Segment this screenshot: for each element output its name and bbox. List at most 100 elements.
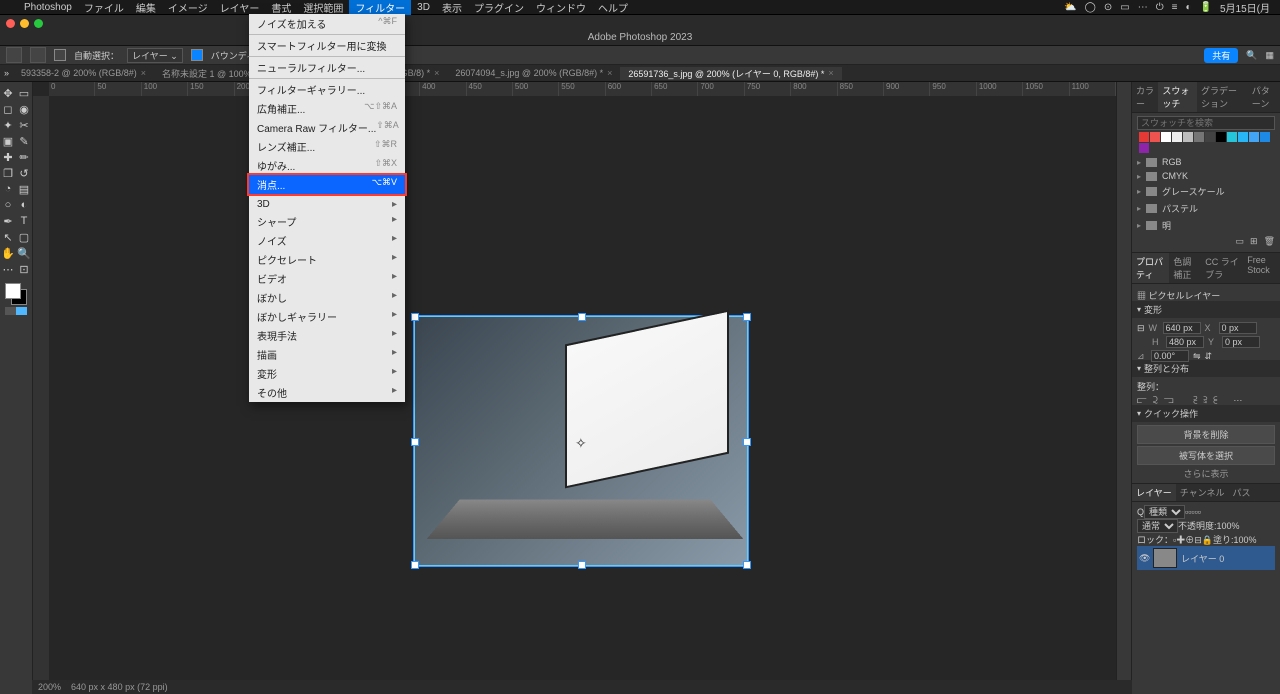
sys-icon[interactable]: ⊙ <box>1100 2 1116 13</box>
transform-handle[interactable] <box>743 313 751 321</box>
workspace-icon[interactable]: ▦ <box>1265 50 1274 61</box>
filter-menu-item[interactable]: 消点...⌥⌘V <box>249 175 405 194</box>
visibility-icon[interactable]: 👁 <box>1139 553 1149 564</box>
filter-menu-item[interactable]: シャープ <box>249 212 405 231</box>
swatch[interactable] <box>1260 132 1270 142</box>
swatch-folder[interactable]: RGB <box>1137 155 1275 169</box>
swatch[interactable] <box>1139 143 1149 153</box>
transform-handle[interactable] <box>411 313 419 321</box>
swatch[interactable] <box>1161 132 1171 142</box>
filter-menu-item[interactable]: ゆがみ...⇧⌘X <box>249 156 405 175</box>
eyedropper-tool[interactable]: ✎ <box>16 133 32 149</box>
layer-row[interactable]: 👁 レイヤー 0 <box>1137 546 1275 570</box>
filter-menu-item[interactable]: Camera Raw フィルター...⇧⌘A <box>249 118 405 137</box>
heal-tool[interactable]: ✚ <box>0 149 16 165</box>
swatch[interactable] <box>1172 132 1182 142</box>
bbox-checkbox[interactable] <box>191 49 203 61</box>
filter-menu-item[interactable]: ニューラルフィルター... <box>249 58 405 77</box>
sys-icon[interactable]: ⏻ <box>1152 2 1168 13</box>
align-right-icon[interactable]: ⫎ <box>1164 395 1174 406</box>
lasso-tool[interactable]: ◉ <box>16 101 32 117</box>
x-input[interactable] <box>1219 322 1257 334</box>
menu-view[interactable]: 表示 <box>436 0 468 15</box>
swatch[interactable] <box>1249 132 1259 142</box>
trash-icon[interactable]: 🗑 <box>1264 236 1275 247</box>
flip-v-icon[interactable]: ⇵ <box>1205 351 1213 362</box>
transform-handle[interactable] <box>743 561 751 569</box>
remove-bg-button[interactable]: 背景を削除 <box>1137 425 1275 444</box>
swatch[interactable] <box>1238 132 1248 142</box>
swatch[interactable] <box>1194 132 1204 142</box>
filter-menu-item[interactable]: 3D <box>249 197 405 212</box>
filter-menu-item[interactable]: 広角補正...⌥⇧⌘A <box>249 99 405 118</box>
lock-icons[interactable]: ▫✚⊕⊟🔒 <box>1173 535 1213 545</box>
menu-edit[interactable]: 編集 <box>130 0 162 15</box>
document-image[interactable]: ✧ <box>414 316 748 566</box>
type-tool[interactable]: T <box>16 213 32 229</box>
align-vcenter-icon[interactable]: ⫊ <box>1203 395 1207 406</box>
gradient-tool[interactable]: ▤ <box>16 181 32 197</box>
filter-icons[interactable]: ▫▫▫▫▫ <box>1185 507 1201 517</box>
share-button[interactable]: 共有 <box>1204 48 1238 63</box>
home-icon[interactable] <box>6 47 22 63</box>
filter-menu-item[interactable]: ビデオ <box>249 269 405 288</box>
filter-menu-item[interactable]: ピクセレート <box>249 250 405 269</box>
transform-handle[interactable] <box>411 438 419 446</box>
filter-menu-item[interactable]: フィルターギャラリー... <box>249 80 405 99</box>
close-tab-icon[interactable]: × <box>607 68 612 78</box>
swatch-search-input[interactable] <box>1137 116 1275 130</box>
canvas[interactable]: ✧ <box>49 96 1116 694</box>
menu-window[interactable]: ウィンドウ <box>530 0 592 15</box>
swatch[interactable] <box>1150 132 1160 142</box>
crop-tool[interactable]: ✂ <box>16 117 32 133</box>
auto-select-checkbox[interactable] <box>54 49 66 61</box>
menu-plugins[interactable]: プラグイン <box>468 0 530 15</box>
new-swatch-icon[interactable]: ⊞ <box>1250 236 1258 247</box>
quickmask-toggle[interactable] <box>5 307 27 315</box>
tab-expand-icon[interactable]: » <box>0 68 13 78</box>
filter-menu-item[interactable]: ぼかし <box>249 288 405 307</box>
path-tool[interactable]: ↖ <box>0 229 16 245</box>
new-group-icon[interactable]: ▭ <box>1236 236 1245 247</box>
zoom-level[interactable]: 200% <box>38 682 61 692</box>
minimize-window-button[interactable] <box>20 19 29 28</box>
layer-filter-select[interactable]: 種類 <box>1144 505 1185 519</box>
menu-filter[interactable]: フィルター <box>349 0 411 15</box>
zoom-tool[interactable]: 🔍 <box>16 245 32 261</box>
transform-section-header[interactable]: 変形 <box>1132 301 1280 318</box>
align-top-icon[interactable]: ⫔ <box>1193 395 1197 406</box>
auto-select-dropdown[interactable]: レイヤー ⌄ <box>127 48 183 63</box>
transform-handle[interactable] <box>578 313 586 321</box>
close-tab-icon[interactable]: × <box>141 68 146 78</box>
dodge-tool[interactable]: ◐ <box>16 197 32 213</box>
tab-color[interactable]: カラー <box>1132 82 1158 112</box>
select-subject-button[interactable]: 被写体を選択 <box>1137 446 1275 465</box>
filter-menu-item[interactable]: レンズ補正...⇧⌘R <box>249 137 405 156</box>
show-more-link[interactable]: さらに表示 <box>1137 467 1275 480</box>
flip-h-icon[interactable]: ⇋ <box>1193 351 1201 362</box>
sys-icon[interactable]: ◯ <box>1081 2 1100 13</box>
filter-menu-item[interactable]: ぼかしギャラリー <box>249 307 405 326</box>
pen-tool[interactable]: ✒ <box>0 213 16 229</box>
swatch[interactable] <box>1205 132 1215 142</box>
doc-tab-active[interactable]: 26591736_s.jpg @ 200% (レイヤー 0, RGB/8#) *… <box>620 67 841 80</box>
close-tab-icon[interactable]: × <box>434 68 439 78</box>
transform-handle[interactable] <box>578 561 586 569</box>
sys-icon[interactable]: ◐ <box>1181 2 1195 13</box>
tab-properties[interactable]: プロパティ <box>1132 253 1169 283</box>
swatch-folder[interactable]: CMYK <box>1137 169 1275 183</box>
distribute-icon[interactable]: ⋯ <box>1233 395 1242 406</box>
layer-thumbnail[interactable] <box>1153 548 1177 568</box>
doc-tab[interactable]: 593358-2 @ 200% (RGB/8#)× <box>13 68 154 78</box>
link-wh-icon[interactable]: ⊟ <box>1137 323 1145 334</box>
filter-menu-item[interactable]: その他 <box>249 383 405 402</box>
close-window-button[interactable] <box>6 19 15 28</box>
angle-input[interactable] <box>1151 350 1189 362</box>
menu-select[interactable]: 選択範囲 <box>297 0 349 15</box>
layer-name[interactable]: レイヤー 0 <box>1181 552 1224 565</box>
sys-wifi-icon[interactable]: ≡ <box>1168 2 1182 13</box>
transform-handle[interactable] <box>743 438 751 446</box>
ruler-vertical[interactable] <box>33 96 50 694</box>
tab-adjustments[interactable]: 色調補正 <box>1169 253 1201 283</box>
hand-tool[interactable]: ✋ <box>0 245 16 261</box>
